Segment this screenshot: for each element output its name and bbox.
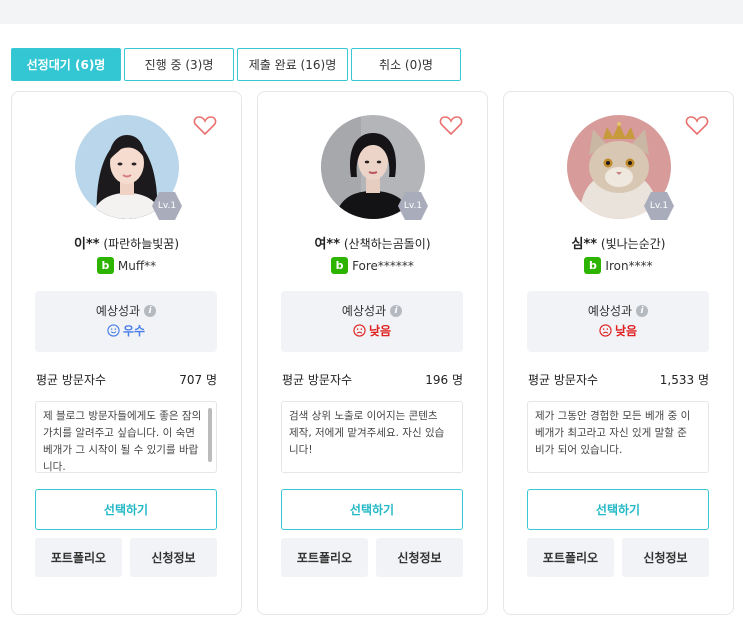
heart-icon[interactable] [193, 114, 217, 136]
naver-blog-icon: b [96, 257, 114, 274]
scrollbar[interactable] [208, 408, 212, 462]
select-button[interactable]: 선택하기 [527, 489, 709, 530]
application-info-button[interactable]: 신청정보 [376, 538, 463, 577]
masked-name: 여** [314, 237, 341, 252]
description-text: 제 블로그 방문자들에게도 좋은 잠의 가치를 알려주고 싶습니다. 이 숙면 … [43, 410, 202, 473]
visitors-label: 평균 방문자수 [282, 373, 353, 387]
sad-face-icon [353, 324, 366, 337]
portfolio-button[interactable]: 포트폴리오 [527, 538, 614, 577]
tab-submitted[interactable]: 제출 완료 (16)명 [237, 48, 348, 81]
description-text: 제가 그동안 경험한 모든 베개 중 이 베개가 최고라고 자신 있게 말할 준… [535, 410, 691, 456]
nickname: (파란하늘빛꿈) [103, 237, 179, 251]
info-icon[interactable]: i [636, 304, 649, 317]
expected-performance-box: 예상성과 i 우수 [35, 291, 217, 352]
tab-cancelled[interactable]: 취소 (0)명 [351, 48, 461, 81]
performance-value: 우수 [122, 324, 146, 338]
heart-icon[interactable] [439, 114, 463, 136]
masked-name: 이** [74, 237, 100, 252]
visitors-value: 1,533 명 [659, 373, 709, 387]
tab-waiting[interactable]: 선정대기 (6)명 [11, 48, 121, 81]
masked-name: 심** [571, 237, 598, 252]
level-label: Lv.1 [157, 201, 177, 211]
performance-value: 낮음 [368, 324, 392, 338]
performance-label: 예상성과 [341, 304, 387, 318]
level-badge: Lv.1 [397, 191, 429, 221]
influencer-name: 여** (산책하는곰돌이) [258, 233, 487, 252]
blog-id: b Iron**** [504, 257, 733, 274]
influencer-name: 이** (파란하늘빛꿈) [12, 233, 241, 252]
blog-id: b Fore****** [258, 257, 487, 274]
level-badge: Lv.1 [643, 191, 675, 221]
average-visitors: 평균 방문자수 196 명 [282, 371, 463, 388]
level-label: Lv.1 [403, 201, 423, 211]
visitors-value: 707 명 [179, 373, 217, 387]
nickname: (빛나는순간) [600, 237, 666, 251]
smile-face-icon [107, 324, 120, 337]
performance-label: 예상성과 [95, 304, 141, 318]
application-info-button[interactable]: 신청정보 [130, 538, 217, 577]
avatar: Lv.1 [567, 115, 674, 220]
performance-label: 예상성과 [587, 304, 633, 318]
average-visitors: 평균 방문자수 1,533 명 [528, 371, 709, 388]
visitors-value: 196 명 [425, 373, 463, 387]
description-box[interactable]: 검색 상위 노출로 이어지는 콘텐츠 제작, 저에게 맡겨주세요. 자신 있습니… [281, 401, 463, 473]
info-icon[interactable]: i [144, 304, 157, 317]
level-label: Lv.1 [649, 201, 669, 211]
blog-id: b Muff** [12, 257, 241, 274]
expected-performance-box: 예상성과 i 낮음 [527, 291, 709, 352]
status-tabs: 선정대기 (6)명 진행 중 (3)명 제출 완료 (16)명 취소 (0)명 [11, 48, 461, 81]
level-badge: Lv.1 [151, 191, 183, 221]
naver-blog-icon: b [331, 257, 349, 274]
info-icon[interactable]: i [390, 304, 403, 317]
visitors-label: 평균 방문자수 [36, 373, 107, 387]
naver-blog-icon: b [584, 257, 602, 274]
blog-id-text: Iron**** [605, 258, 653, 273]
select-button[interactable]: 선택하기 [281, 489, 463, 530]
heart-icon[interactable] [685, 114, 709, 136]
influencer-card: Lv.1 심** (빛나는순간) b Iron**** 예상성과 i 낮음 평균 … [503, 91, 734, 615]
description-box[interactable]: 제가 그동안 경험한 모든 베개 중 이 베개가 최고라고 자신 있게 말할 준… [527, 401, 709, 473]
visitors-label: 평균 방문자수 [528, 373, 599, 387]
tab-in-progress[interactable]: 진행 중 (3)명 [124, 48, 234, 81]
application-info-button[interactable]: 신청정보 [622, 538, 709, 577]
performance-value: 낮음 [614, 324, 638, 338]
influencer-card: Lv.1 여** (산책하는곰돌이) b Fore****** 예상성과 i 낮음… [257, 91, 488, 615]
description-box[interactable]: 제 블로그 방문자들에게도 좋은 잠의 가치를 알려주고 싶습니다. 이 숙면 … [35, 401, 217, 473]
average-visitors: 평균 방문자수 707 명 [36, 371, 217, 388]
blog-id-text: Fore****** [352, 258, 414, 273]
portfolio-button[interactable]: 포트폴리오 [281, 538, 368, 577]
top-bar [0, 0, 743, 24]
influencer-name: 심** (빛나는순간) [504, 233, 733, 252]
description-text: 검색 상위 노출로 이어지는 콘텐츠 제작, 저에게 맡겨주세요. 자신 있습니… [289, 410, 445, 456]
portfolio-button[interactable]: 포트폴리오 [35, 538, 122, 577]
influencer-card: Lv.1 이** (파란하늘빛꿈) b Muff** 예상성과 i 우수 평균 방… [11, 91, 242, 615]
nickname: (산책하는곰돌이) [343, 237, 431, 251]
avatar: Lv.1 [75, 115, 182, 220]
sad-face-icon [599, 324, 612, 337]
avatar: Lv.1 [321, 115, 428, 220]
select-button[interactable]: 선택하기 [35, 489, 217, 530]
expected-performance-box: 예상성과 i 낮음 [281, 291, 463, 352]
blog-id-text: Muff** [117, 258, 157, 273]
